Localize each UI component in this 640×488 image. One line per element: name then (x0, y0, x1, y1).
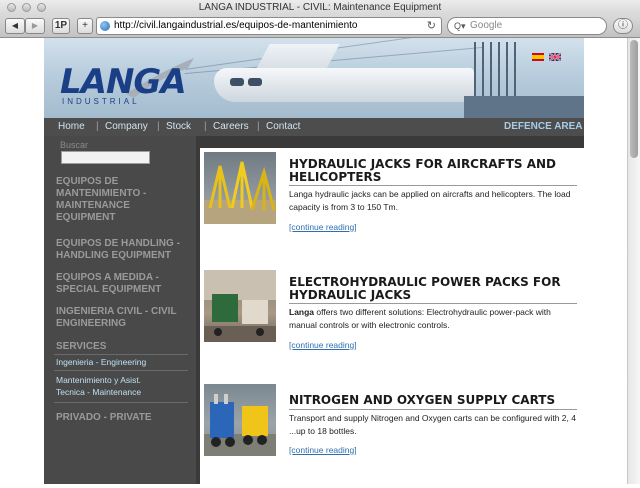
article-body: Langa offers two different solutions: El… (289, 306, 579, 332)
maintenance-platform-base (464, 96, 584, 118)
sidebar-services-heading: SERVICES (56, 341, 107, 352)
article-title-underline (289, 303, 577, 304)
sidebar-category-maintenance[interactable]: EQUIPOS DE MANTENIMIENTO - MAINTENANCE E… (56, 176, 176, 224)
sidebar-divider (54, 402, 188, 403)
sidebar-search-input[interactable] (61, 151, 150, 164)
nav-separator: | (157, 121, 160, 132)
cockpit-window (248, 78, 262, 86)
article-body: Langa hydraulic jacks can be applied on … (289, 189, 571, 212)
forward-button[interactable]: ▶ (25, 18, 45, 34)
article-thumbnail[interactable] (204, 152, 276, 224)
main-nav: Home | Company | Stock | Careers | Conta… (44, 118, 584, 136)
site-logo-subtitle: INDUSTRIAL (62, 97, 140, 106)
window-titlebar: LANGA INDUSTRIAL - CIVIL: Maintenance Eq… (0, 0, 640, 15)
minimize-window-button[interactable] (22, 3, 31, 12)
scrollbar-thumb[interactable] (630, 40, 638, 158)
article-title[interactable]: NITROGEN AND OXYGEN SUPPLY CARTS (289, 394, 579, 407)
header-banner: LANGA INDUSTRIAL (44, 38, 584, 118)
globe-icon (100, 21, 110, 31)
article-title-underline (289, 409, 577, 410)
zoom-window-button[interactable] (37, 3, 46, 12)
nav-contact[interactable]: Contact (266, 118, 300, 136)
article-body: Transport and supply Nitrogen and Oxygen… (289, 413, 576, 436)
sidebar-category-special[interactable]: EQUIPOS A MEDIDA - SPECIAL EQUIPMENT (56, 272, 181, 296)
search-placeholder: Google (470, 20, 503, 31)
nav-defence-area[interactable]: DEFENCE AREA (504, 118, 583, 136)
uk-flag-icon[interactable] (549, 53, 561, 61)
window-title: LANGA INDUSTRIAL - CIVIL: Maintenance Eq… (198, 2, 442, 13)
article-title[interactable]: ELECTROHYDRAULIC POWER PACKS FOR HYDRAUL… (289, 276, 579, 302)
info-icon: ⓘ (618, 20, 628, 31)
sidebar-category-civil[interactable]: INGENIERIA CIVIL - CIVIL ENGINEERING (56, 306, 186, 330)
article-body-text: offers two different solutions: Electroh… (289, 307, 551, 330)
address-bar[interactable]: http://civil.langaindustrial.es/equipos-… (96, 17, 442, 35)
article-thumbnail[interactable] (204, 270, 276, 342)
info-button[interactable]: ⓘ (613, 18, 633, 34)
cockpit-window (230, 78, 244, 86)
nav-home[interactable]: Home (58, 118, 85, 136)
search-field[interactable]: Q▾ Google (447, 17, 607, 35)
continue-reading-link[interactable]: [continue reading] (289, 340, 357, 350)
onepassword-label: 1P (54, 20, 68, 31)
sidebar-search-label: Buscar (60, 140, 89, 150)
hydraulic-jacks-photo (204, 161, 276, 224)
sidebar-service-maintenance[interactable]: Mantenimiento y Asist. Tecnica - Mainten… (56, 374, 156, 398)
nav-stock[interactable]: Stock (166, 118, 191, 136)
nav-separator: | (204, 121, 207, 132)
nav-separator: | (96, 121, 99, 132)
sidebar-category-handling[interactable]: EQUIPOS DE HANDLING - HANDLING EQUIPMENT (56, 238, 191, 262)
spanish-flag-icon[interactable] (532, 53, 544, 61)
article-body-bold: Langa (289, 307, 315, 317)
browser-toolbar: ◀ ▶ 1P + http://civil.langaindustrial.es… (0, 15, 640, 38)
forward-arrow-icon: ▶ (31, 21, 39, 30)
nav-careers[interactable]: Careers (213, 118, 249, 136)
supply-carts-photo (204, 394, 276, 456)
site-logo[interactable]: LANGA (60, 62, 187, 102)
close-window-button[interactable] (7, 3, 16, 12)
add-bookmark-button[interactable]: + (77, 18, 93, 34)
back-arrow-icon: ◀ (11, 21, 19, 30)
url-text: http://civil.langaindustrial.es/equipos-… (114, 20, 358, 31)
onepassword-button[interactable]: 1P (52, 18, 70, 34)
sidebar: Buscar EQUIPOS DE MANTENIMIENTO - MAINTE… (44, 136, 196, 484)
continue-reading-link[interactable]: [continue reading] (289, 222, 357, 232)
site-container: LANGA INDUSTRIAL Home | Company | Stock … (44, 38, 584, 488)
reload-icon[interactable]: ↻ (427, 18, 436, 34)
article-title-underline (289, 185, 577, 186)
article-title[interactable]: HYDRAULIC JACKS FOR AIRCRAFTS AND HELICO… (289, 158, 579, 184)
search-icon: Q▾ (454, 21, 466, 31)
continue-reading-link[interactable]: [continue reading] (289, 445, 357, 455)
sidebar-divider (54, 354, 188, 355)
sidebar-divider (54, 370, 188, 371)
article-thumbnail[interactable] (204, 384, 276, 456)
power-pack-photo (204, 270, 276, 342)
nav-company[interactable]: Company (105, 118, 148, 136)
content-area: HYDRAULIC JACKS FOR AIRCRAFTS AND HELICO… (196, 136, 584, 488)
plus-icon: + (82, 20, 88, 31)
sidebar-private[interactable]: PRIVADO - PRIVATE (56, 412, 152, 424)
nav-separator: | (257, 121, 260, 132)
page-scrollbar[interactable] (627, 38, 640, 484)
content-panel: HYDRAULIC JACKS FOR AIRCRAFTS AND HELICO… (200, 148, 584, 488)
back-button[interactable]: ◀ (5, 18, 25, 34)
sidebar-service-engineering[interactable]: Ingenieria - Engineering (56, 356, 190, 368)
